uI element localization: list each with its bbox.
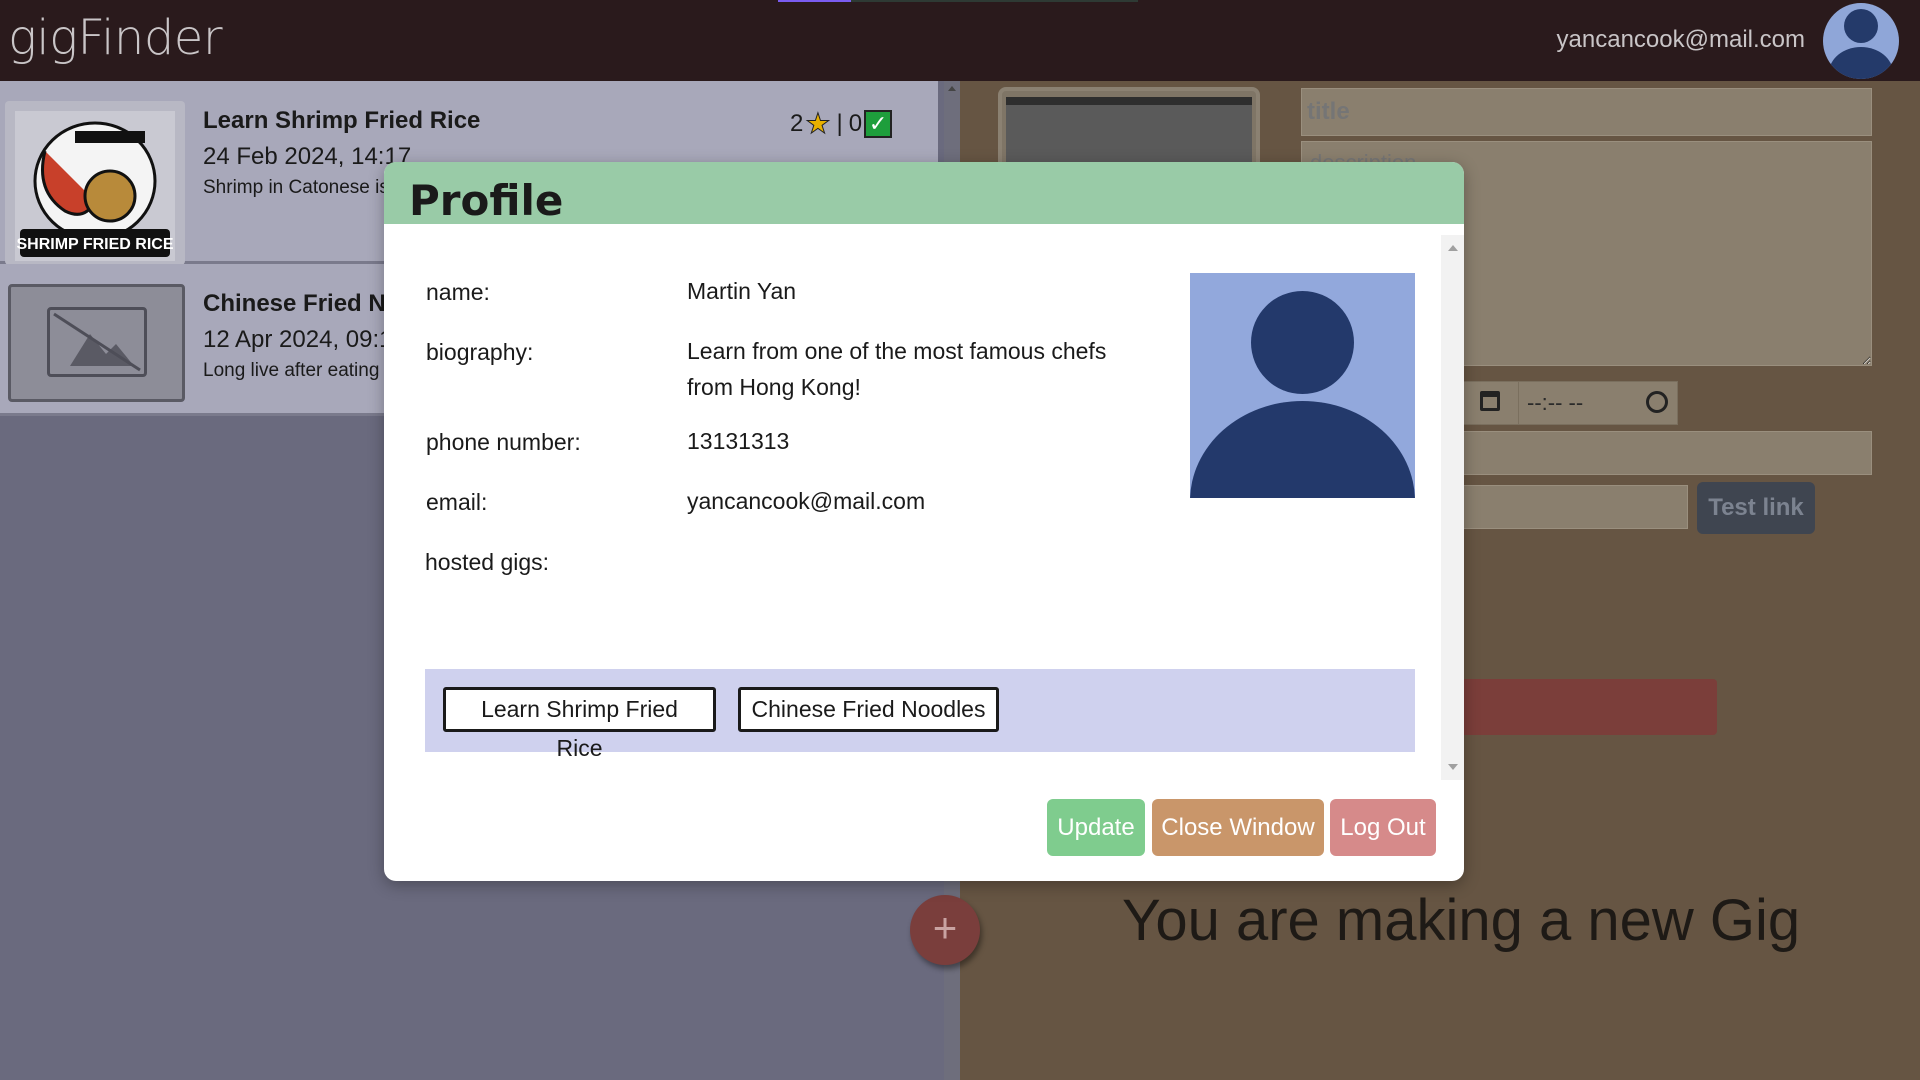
email-value: yancancook@mail.com (687, 488, 926, 514)
modal-header: Profile (384, 162, 1464, 225)
biography-value-line2: from Hong Kong! (687, 374, 861, 400)
hosted-gig-button[interactable]: Chinese Fried Noodles (738, 687, 999, 732)
update-button[interactable]: Update (1047, 799, 1145, 856)
name-value: Martin Yan (687, 278, 797, 304)
profile-modal: Profile name: Martin Yan biography: Lear… (384, 162, 1464, 881)
scroll-down-arrow-icon[interactable] (1448, 764, 1458, 770)
biography-label: biography: (426, 339, 534, 365)
modal-title: Profile (409, 176, 564, 225)
log-out-button[interactable]: Log Out (1330, 799, 1436, 856)
email-label: email: (426, 489, 488, 515)
phone-label: phone number: (426, 429, 581, 455)
profile-avatar-icon (1190, 273, 1415, 498)
hosted-gigs-list: Learn Shrimp Fried Rice Chinese Fried No… (425, 669, 1415, 761)
hosted-gigs-label: hosted gigs: (425, 549, 550, 575)
profile-body: name: Martin Yan biography: Learn from o… (384, 235, 1442, 780)
modal-scrollbar[interactable] (1441, 235, 1464, 780)
hosted-gig-button[interactable]: Learn Shrimp Fried Rice (443, 687, 716, 761)
phone-value: 13131313 (687, 428, 790, 454)
close-window-button[interactable]: Close Window (1152, 799, 1324, 856)
name-label: name: (426, 279, 490, 305)
scroll-up-arrow-icon[interactable] (1448, 245, 1458, 251)
biography-value-line1: Learn from one of the most famous chefs (687, 338, 1107, 364)
